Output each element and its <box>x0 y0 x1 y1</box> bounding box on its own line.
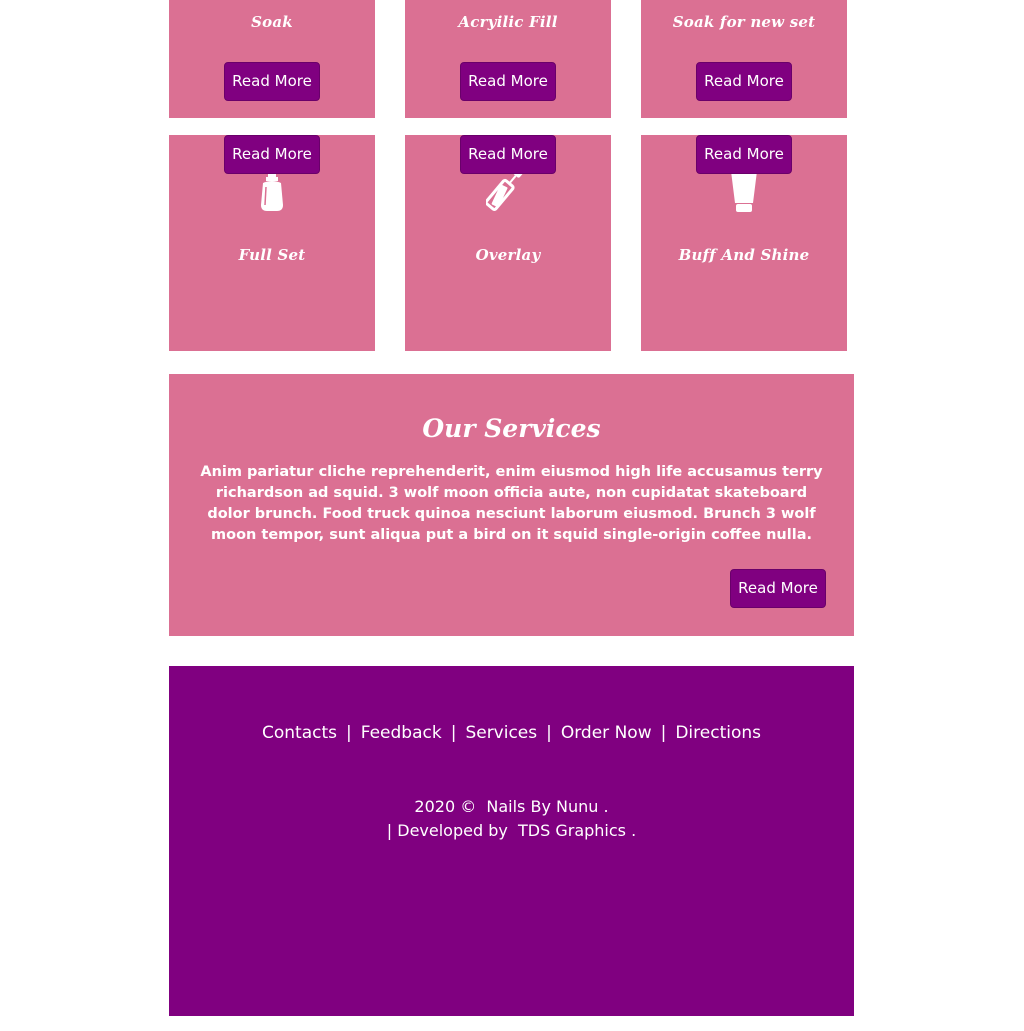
service-card-full-set: Full Set Read More <box>169 135 375 351</box>
brand-link[interactable]: Nails By Nunu <box>486 797 598 816</box>
service-card-overlay: Overlay Read More <box>405 135 611 351</box>
footer: Contacts | Feedback | Services | Order Now | Dir… <box>169 666 854 1016</box>
developer-link[interactable]: TDS Graphics <box>518 821 626 840</box>
read-more-button[interactable]: Read More <box>730 569 826 608</box>
card-title: Acryilic Fill <box>458 13 558 31</box>
copyright: 2020 © Nails By Nunu . | Developed by TD… <box>169 795 854 843</box>
period: . <box>603 797 609 816</box>
nav-separator: | <box>346 723 352 743</box>
nav-separator: | <box>450 723 457 743</box>
card-title: Soak <box>251 13 293 31</box>
our-services-section: Our Services Anim pariatur cliche repreh… <box>169 374 854 636</box>
footer-nav: Contacts | Feedback | Services | Order Now | Dir… <box>169 723 854 743</box>
card-title: Overlay <box>475 246 541 264</box>
footer-link-directions[interactable]: Directions <box>675 723 761 743</box>
read-more-button[interactable]: Read More <box>696 135 792 174</box>
read-more-button[interactable]: Read More <box>224 62 320 101</box>
nav-separator: | <box>660 723 667 743</box>
service-card-buff-and-shine: Buff And Shine Read More <box>641 135 847 351</box>
footer-link-services[interactable]: Services <box>465 723 537 743</box>
footer-link-feedback[interactable]: Feedback <box>361 723 442 743</box>
service-card-soak: Soak Read More <box>169 0 375 118</box>
read-more-button[interactable]: Read More <box>460 135 556 174</box>
card-title: Buff And Shine <box>678 246 810 264</box>
footer-link-order-now[interactable]: Order Now <box>561 723 652 743</box>
copyright-prefix: 2020 © <box>414 797 477 816</box>
service-card-acrylic-fill: Acryilic Fill Read More <box>405 0 611 118</box>
read-more-button[interactable]: Read More <box>224 135 320 174</box>
service-card-soak-new-set: Soak for new set Read More <box>641 0 847 118</box>
card-title: Soak for new set <box>672 13 816 31</box>
section-title: Our Services <box>422 414 601 443</box>
nav-separator: | <box>546 723 552 743</box>
footer-link-contacts[interactable]: Contacts <box>262 723 337 743</box>
section-description: Anim pariatur cliche reprehenderit, enim… <box>200 464 823 543</box>
card-title: Full Set <box>238 246 306 264</box>
read-more-button[interactable]: Read More <box>460 62 556 101</box>
read-more-button[interactable]: Read More <box>696 62 792 101</box>
period: . <box>631 821 637 840</box>
developed-by-prefix: | Developed by <box>386 821 508 840</box>
